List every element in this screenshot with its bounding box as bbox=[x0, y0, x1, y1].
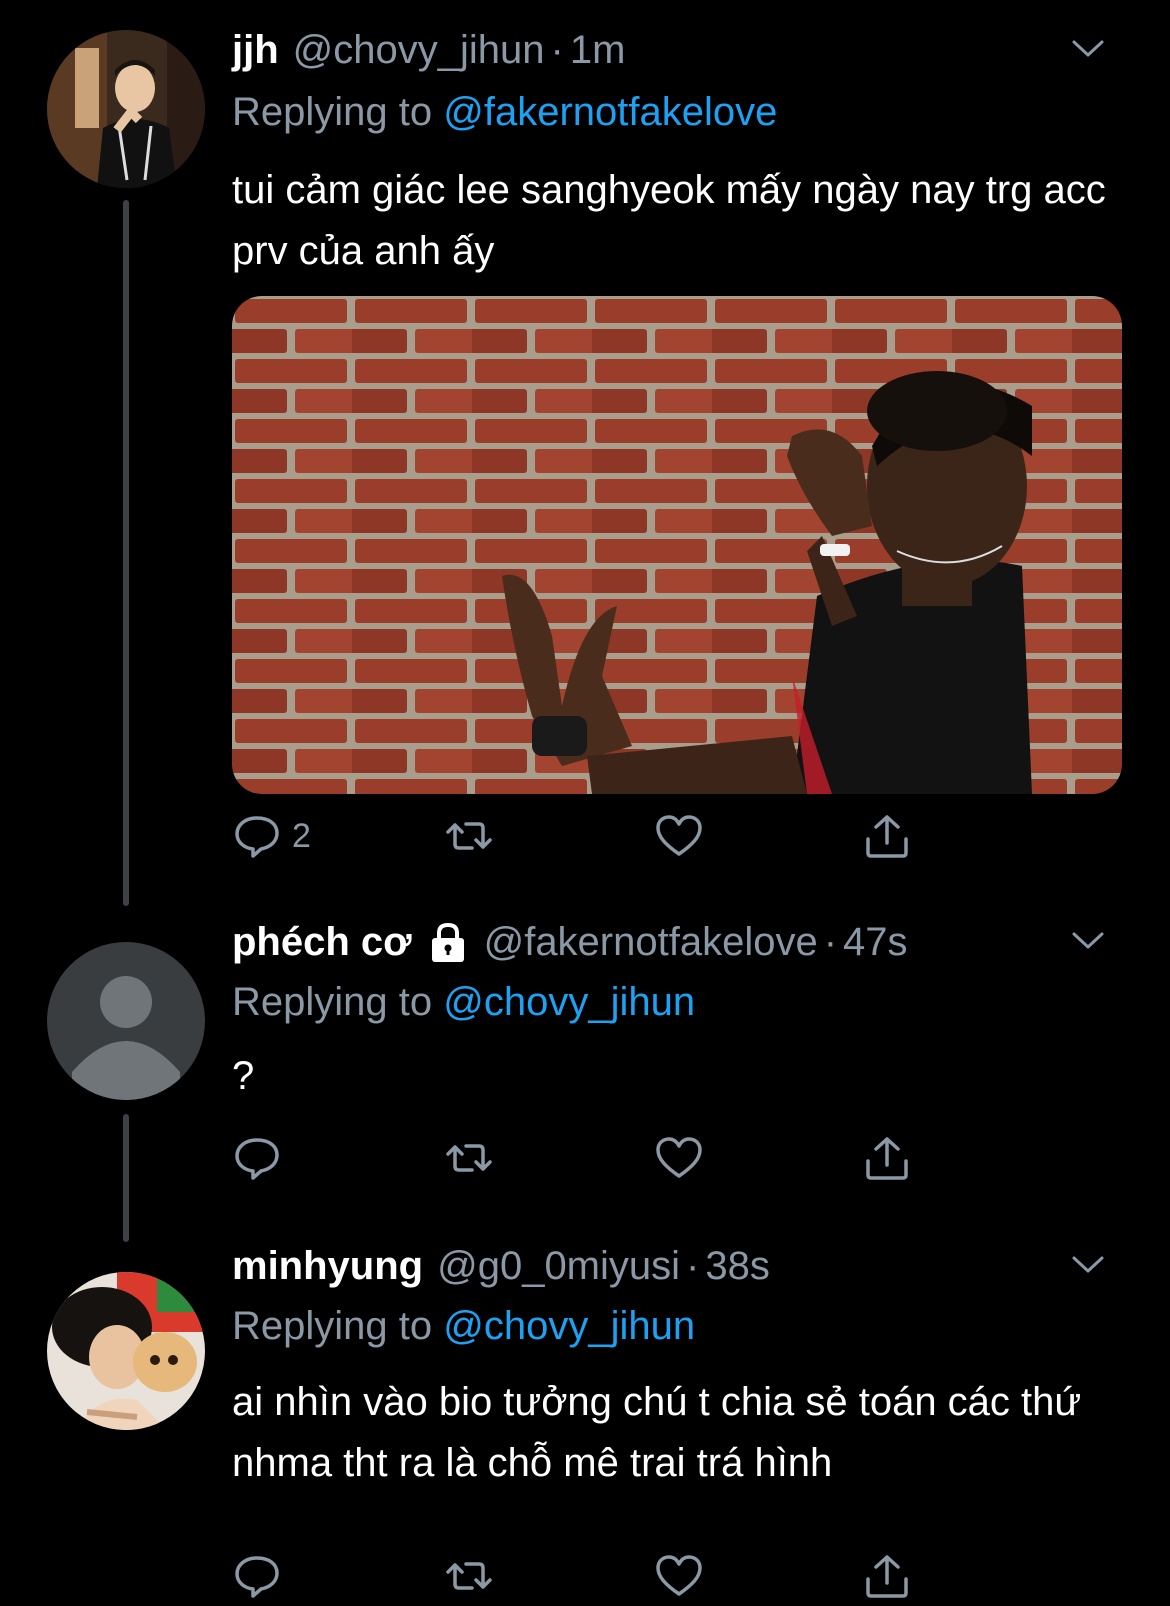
tweet-header: minhyung @g0_0miyusi · 38s bbox=[232, 1242, 770, 1290]
replying-mention[interactable]: @chovy_jihun bbox=[443, 980, 695, 1024]
replying-to: Replying to @chovy_jihun bbox=[232, 1302, 695, 1350]
retweet-button[interactable] bbox=[444, 1130, 494, 1186]
tweet-3[interactable]: minhyung @g0_0miyusi · 38s Replying to @… bbox=[0, 1236, 1170, 1606]
like-button[interactable] bbox=[654, 808, 704, 864]
tweet-header: phéch cơ @fakernotfakelove · 47s bbox=[232, 918, 908, 966]
replying-mention[interactable]: @fakernotfakelove bbox=[443, 90, 777, 134]
chevron-down-icon[interactable] bbox=[1068, 1244, 1108, 1284]
retweet-icon bbox=[446, 1562, 492, 1590]
retweet-button[interactable] bbox=[444, 808, 494, 864]
separator-dot: · bbox=[686, 1244, 700, 1288]
reply-button[interactable] bbox=[232, 1548, 282, 1604]
lock-icon bbox=[431, 922, 464, 962]
tweet-actions bbox=[232, 1130, 932, 1186]
heart-icon bbox=[656, 1137, 702, 1178]
timestamp[interactable]: 1m bbox=[570, 26, 626, 74]
retweet-button[interactable] bbox=[444, 1548, 494, 1604]
user-handle[interactable]: @g0_0miyusi bbox=[437, 1242, 680, 1290]
share-icon bbox=[866, 1137, 908, 1180]
avatar-minhyung[interactable] bbox=[47, 1272, 205, 1430]
replying-prefix: Replying to bbox=[232, 1304, 444, 1348]
avatar-default[interactable] bbox=[47, 942, 205, 1100]
tweet-actions bbox=[232, 1548, 932, 1604]
separator-dot: · bbox=[550, 28, 564, 72]
display-name[interactable]: minhyung bbox=[232, 1242, 423, 1290]
avatar-jjh-image bbox=[47, 30, 205, 188]
tweet-2[interactable]: phéch cơ @fakernotfakelove · 47s Replyin… bbox=[0, 906, 1170, 1242]
share-icon bbox=[866, 815, 908, 858]
reply-button[interactable] bbox=[232, 1130, 282, 1186]
replying-to: Replying to @chovy_jihun bbox=[232, 978, 695, 1026]
avatar-jjh[interactable] bbox=[47, 30, 205, 188]
speech-bubble-icon bbox=[235, 1556, 279, 1598]
user-handle[interactable]: @chovy_jihun bbox=[293, 26, 545, 74]
tweet-text: ai nhìn vào bio tưởng chú t chia sẻ toán… bbox=[232, 1380, 1082, 1485]
tweet-header: jjh @chovy_jihun · 1m bbox=[232, 26, 625, 74]
brick-wall-photo bbox=[232, 296, 1122, 794]
heart-icon bbox=[656, 1555, 702, 1596]
speech-bubble-icon bbox=[235, 1138, 279, 1180]
reply-button[interactable]: 2 bbox=[232, 808, 311, 864]
like-button[interactable] bbox=[654, 1130, 704, 1186]
share-button[interactable] bbox=[862, 808, 912, 864]
default-profile-icon bbox=[47, 942, 205, 1100]
chevron-down-icon[interactable] bbox=[1068, 920, 1108, 960]
speech-bubble-icon bbox=[235, 816, 279, 858]
chevron-down-icon[interactable] bbox=[1068, 28, 1108, 68]
display-name[interactable]: phéch cơ bbox=[232, 918, 412, 966]
timestamp[interactable]: 38s bbox=[705, 1242, 770, 1290]
replying-mention[interactable]: @chovy_jihun bbox=[443, 1304, 695, 1348]
heart-icon bbox=[656, 815, 702, 856]
share-button[interactable] bbox=[862, 1548, 912, 1604]
separator-dot: · bbox=[823, 920, 838, 964]
retweet-icon bbox=[446, 1144, 492, 1172]
share-button[interactable] bbox=[862, 1130, 912, 1186]
reply-count: 2 bbox=[292, 816, 311, 855]
tweet-media-image[interactable] bbox=[232, 296, 1122, 794]
timestamp[interactable]: 47s bbox=[843, 918, 908, 966]
avatar-minhyung-image bbox=[47, 1272, 205, 1430]
display-name[interactable]: jjh bbox=[232, 26, 279, 74]
thread-line bbox=[123, 1114, 129, 1242]
tweet-text: tui cảm giác lee sanghyeok mấy ngày nay … bbox=[232, 168, 1106, 273]
retweet-icon bbox=[446, 822, 492, 850]
share-icon bbox=[866, 1555, 908, 1598]
tweet-1[interactable]: jjh @chovy_jihun · 1m Replying to @faker… bbox=[0, 0, 1170, 906]
replying-prefix: Replying to bbox=[232, 90, 444, 134]
tweet-actions: 2 bbox=[232, 808, 932, 864]
thread-line bbox=[123, 200, 129, 906]
like-button[interactable] bbox=[654, 1548, 704, 1604]
replying-to: Replying to @fakernotfakelove bbox=[232, 88, 777, 136]
replying-prefix: Replying to bbox=[232, 980, 444, 1024]
tweet-text: ? bbox=[232, 1054, 255, 1098]
user-handle[interactable]: @fakernotfakelove bbox=[484, 918, 818, 966]
